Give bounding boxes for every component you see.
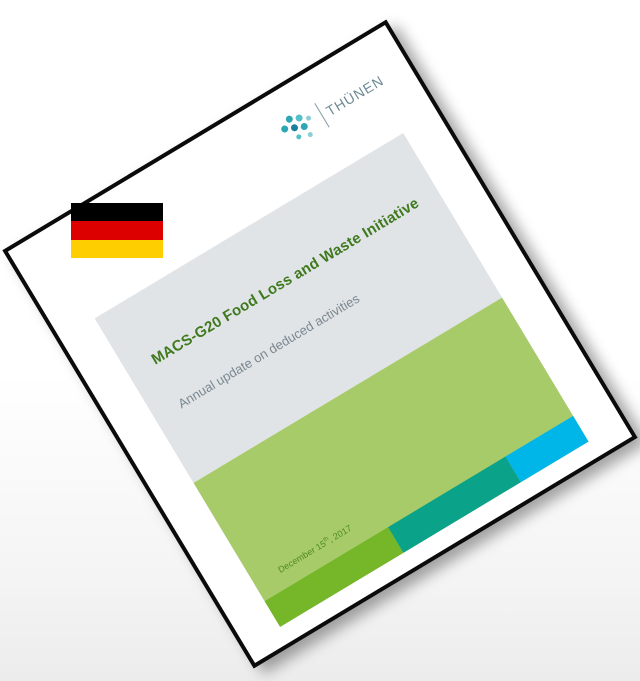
green-band: December 15th, 2017: [193, 297, 589, 627]
flag-gold-stripe: [71, 239, 163, 258]
german-flag-icon: [71, 203, 163, 258]
color-strip: [264, 415, 589, 627]
strip-cyan-segment: [505, 415, 589, 483]
stage: THÜNEN MACS-G20 Food Loss and Waste Init…: [0, 0, 640, 681]
cover-panel: MACS-G20 Food Loss and Waste Initiative …: [94, 133, 589, 627]
thuenen-logo: THÜNEN: [277, 64, 392, 152]
strip-teal-segment: [388, 456, 521, 553]
flag-red-stripe: [71, 221, 163, 240]
date-suffix: , 2017: [326, 522, 354, 545]
flag-black-stripe: [71, 203, 163, 222]
logo-text: THÜNEN: [323, 72, 387, 119]
document-cover-page: THÜNEN MACS-G20 Food Loss and Waste Init…: [2, 19, 638, 669]
logo-dots-icon: [277, 104, 325, 152]
